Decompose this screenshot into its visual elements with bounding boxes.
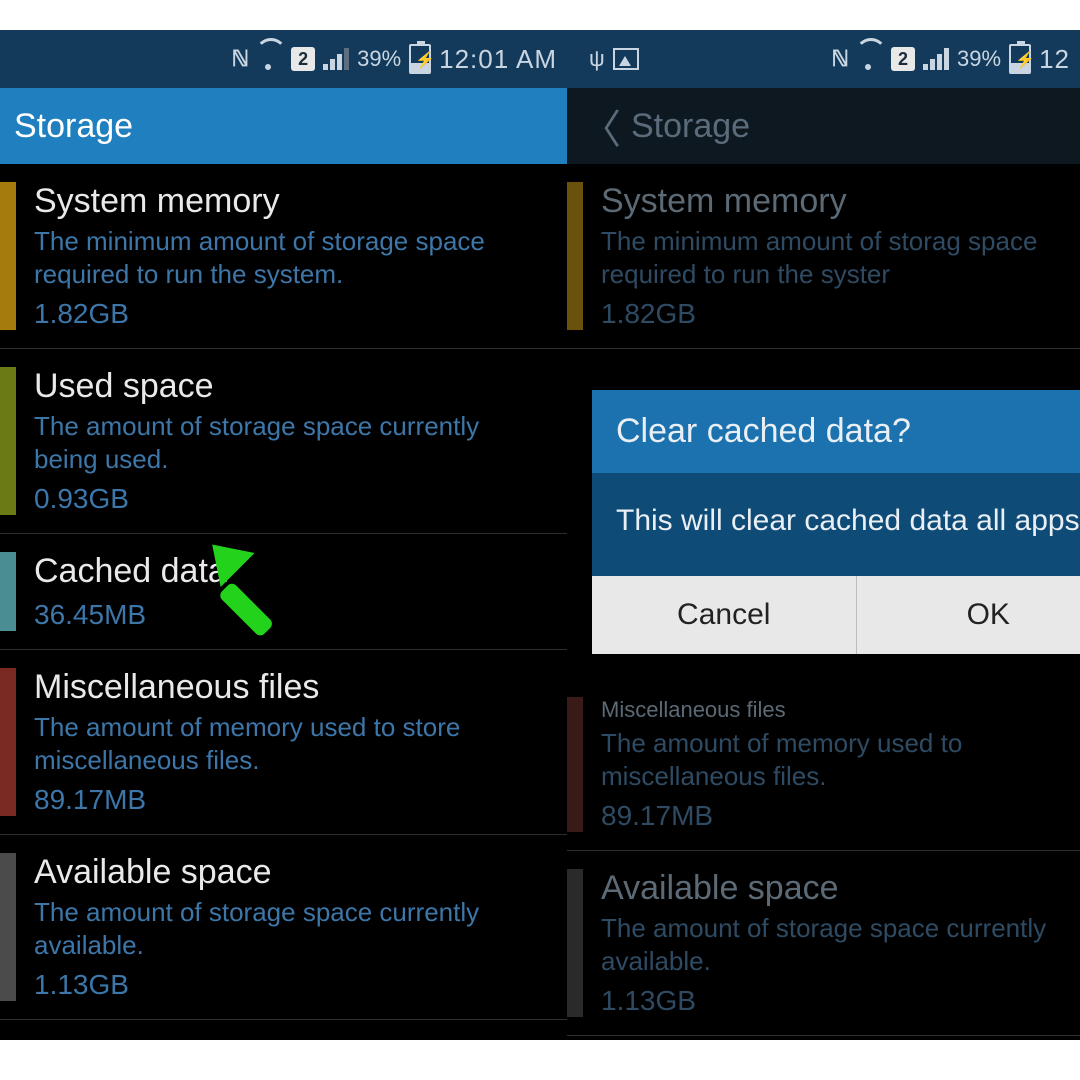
row-desc: The amount of storage space currently av…: [601, 912, 1062, 977]
clock: 12: [1039, 44, 1070, 75]
row-title: Available space: [601, 869, 1062, 908]
wifi-icon: [855, 48, 883, 70]
sim-badge: 2: [291, 47, 315, 71]
row-available-space[interactable]: Available space The amount of storage sp…: [0, 835, 567, 1020]
row-title: System memory: [601, 182, 1062, 221]
screen-title[interactable]: 〈 Storage: [567, 88, 1080, 164]
usb-icon: ψ: [589, 46, 605, 72]
row-desc: The minimum amount of storag space requi…: [601, 225, 1062, 290]
row-title: Cached data: [34, 552, 227, 591]
color-swatch: [0, 668, 16, 816]
row-title: Used space: [34, 367, 549, 406]
status-bar: ψ ℕ 2 39% ⚡ 12: [567, 30, 1080, 88]
row-title: Miscellaneous files: [34, 668, 549, 707]
row-size: 1.13GB: [601, 985, 1062, 1017]
row-desc: The amount of memory used to store misce…: [34, 711, 549, 776]
row-size: 89.17MB: [34, 784, 549, 816]
image-icon: [613, 48, 639, 70]
color-swatch: [567, 697, 583, 832]
row-size: 1.13GB: [34, 969, 549, 1001]
signal-icon: [323, 48, 349, 70]
wifi-icon: [255, 48, 283, 70]
clock: 12:01 AM: [439, 44, 557, 75]
row-title: System memory: [34, 182, 549, 221]
ok-button[interactable]: OK: [857, 576, 1080, 654]
color-swatch: [567, 869, 583, 1017]
row-desc: The amount of storage space currently be…: [34, 410, 549, 475]
row-misc-files: Miscellaneous files The amount of memory…: [567, 679, 1080, 851]
row-title: Miscellaneous files: [601, 697, 1062, 723]
battery-percent: 39%: [357, 46, 401, 72]
color-swatch: [567, 182, 583, 330]
row-desc: The amount of memory used to miscellaneo…: [601, 727, 1062, 792]
row-size: 36.45MB: [34, 599, 227, 631]
sim-badge: 2: [891, 47, 915, 71]
phone-right: ψ ℕ 2 39% ⚡ 12 〈 Storage System memory T…: [567, 30, 1080, 1040]
row-desc: The minimum amount of storage space requ…: [34, 225, 549, 290]
row-misc-files[interactable]: Miscellaneous files The amount of memory…: [0, 650, 567, 835]
row-available-space: Available space The amount of storage sp…: [567, 851, 1080, 1036]
phone-left: ℕ 2 39% ⚡ 12:01 AM Storage System memory…: [0, 30, 567, 1040]
nfc-icon: ℕ: [231, 46, 247, 72]
title-text: Storage: [631, 107, 750, 146]
row-size: 1.82GB: [34, 298, 549, 330]
battery-percent: 39%: [957, 46, 1001, 72]
color-swatch: [0, 552, 16, 631]
title-text: Storage: [14, 107, 133, 146]
row-used-space[interactable]: Used space The amount of storage space c…: [0, 349, 567, 534]
clear-cache-dialog: Clear cached data? This will clear cache…: [592, 390, 1080, 654]
row-size: 0.93GB: [34, 483, 549, 515]
row-size: 89.17MB: [601, 800, 1062, 832]
battery-icon: ⚡: [409, 44, 431, 74]
row-cached-data[interactable]: Cached data 36.45MB: [0, 534, 567, 650]
screen-title: Storage: [0, 88, 567, 164]
row-system-memory: System memory The minimum amount of stor…: [567, 164, 1080, 349]
nfc-icon: ℕ: [831, 46, 847, 72]
row-title: Available space: [34, 853, 549, 892]
dialog-title: Clear cached data?: [592, 390, 1080, 473]
color-swatch: [0, 182, 16, 330]
cancel-button[interactable]: Cancel: [592, 576, 856, 654]
row-desc: The amount of storage space currently av…: [34, 896, 549, 961]
row-system-memory[interactable]: System memory The minimum amount of stor…: [0, 164, 567, 349]
status-bar: ℕ 2 39% ⚡ 12:01 AM: [0, 30, 567, 88]
dialog-message: This will clear cached data all apps.: [592, 473, 1080, 576]
storage-list: System memory The minimum amount of stor…: [0, 164, 567, 1020]
back-icon[interactable]: 〈: [581, 97, 621, 155]
color-swatch: [0, 367, 16, 515]
row-size: 1.82GB: [601, 298, 1062, 330]
color-swatch: [0, 853, 16, 1001]
battery-icon: ⚡: [1009, 44, 1031, 74]
signal-icon: [923, 48, 949, 70]
